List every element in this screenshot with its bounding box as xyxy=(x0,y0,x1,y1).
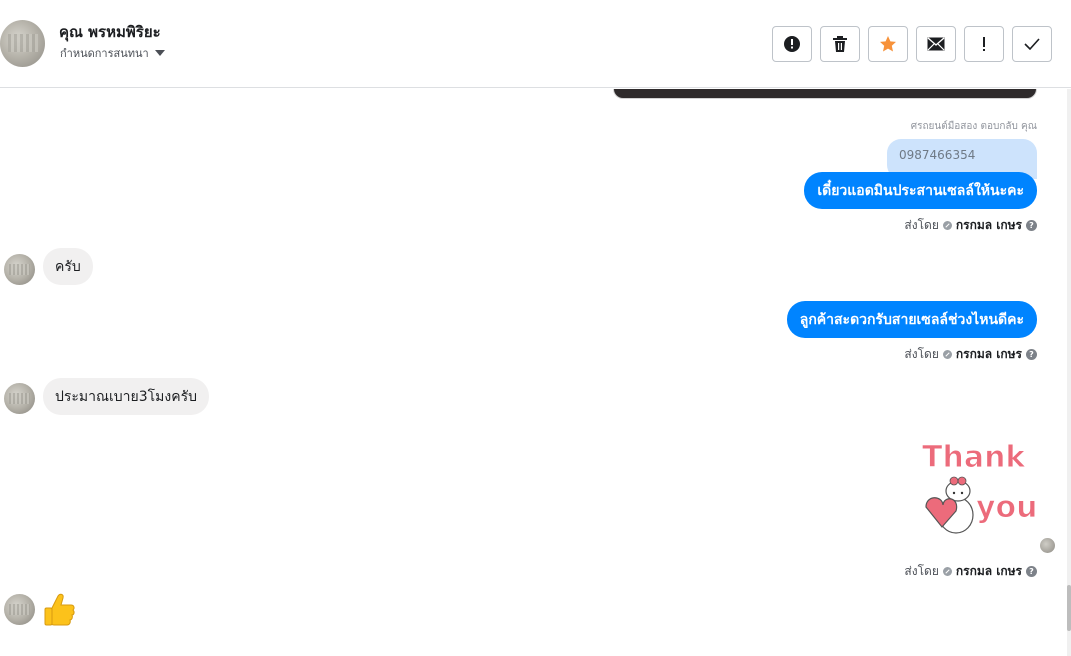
agent-name: กรกมล เกษร xyxy=(955,347,1022,361)
agent-status-icon xyxy=(942,350,952,359)
message-thread[interactable]: ศรถยนต์มือสอง ตอบกลับ คุณ 0987466354 เดี… xyxy=(0,89,1071,656)
envelope-icon xyxy=(927,37,945,51)
agent-name: กรกมล เกษร xyxy=(955,564,1022,578)
trash-icon xyxy=(833,36,847,52)
chat-scrollbar[interactable] xyxy=(1067,89,1071,656)
sent-by-label: ส่งโดย กรกมล เกษร ? xyxy=(904,562,1037,581)
spam-button[interactable] xyxy=(964,26,1004,62)
agent-status-icon xyxy=(942,567,952,576)
sender-avatar[interactable] xyxy=(4,254,35,285)
mark-done-button[interactable] xyxy=(1012,26,1052,62)
sent-by-text: ส่งโดย xyxy=(904,347,939,361)
delete-button[interactable] xyxy=(820,26,860,62)
report-button[interactable] xyxy=(772,26,812,62)
sender-avatar[interactable] xyxy=(4,594,35,625)
contact-avatar[interactable] xyxy=(0,20,45,67)
agent-name: กรกมล เกษร xyxy=(955,218,1022,232)
conversation-toolbar xyxy=(772,26,1052,62)
sent-by-text: ส่งโดย xyxy=(904,218,939,232)
sender-avatar[interactable] xyxy=(4,383,35,414)
outgoing-message[interactable]: ลูกค้าสะดวกรับสายเซลล์ช่วงไหนดีคะ xyxy=(786,301,1037,338)
sent-by-label: ส่งโดย กรกมล เกษร ? xyxy=(904,345,1037,364)
help-icon[interactable]: ? xyxy=(1026,566,1037,577)
thank-you-sticker[interactable]: Thank you xyxy=(916,437,1038,542)
mark-unread-button[interactable] xyxy=(916,26,956,62)
chevron-down-icon xyxy=(154,50,165,56)
sent-by-text: ส่งโดย xyxy=(904,564,939,578)
outgoing-message[interactable]: เดี๋ยวแอดมินประสานเซลล์ให้นะคะ xyxy=(804,172,1037,209)
sent-by-label: ส่งโดย กรกมล เกษร ? xyxy=(904,216,1037,235)
agent-status-icon xyxy=(942,221,952,230)
help-icon[interactable]: ? xyxy=(1026,349,1037,360)
sticker-text-you: you xyxy=(976,490,1038,525)
incoming-message[interactable]: ครับ xyxy=(43,248,93,285)
thumbs-up-icon[interactable] xyxy=(42,592,76,628)
star-button[interactable] xyxy=(868,26,908,62)
seen-avatar xyxy=(1040,538,1055,553)
conversation-header: คุณ พรหมพิริยะ กำหนดการสนทนา xyxy=(0,0,1071,88)
conversation-settings-dropdown[interactable]: กำหนดการสนทนา xyxy=(60,44,165,62)
incoming-message[interactable]: ประมาณเบาย3โมงครับ xyxy=(43,378,210,415)
sticker-text-thank: Thank xyxy=(922,440,1026,475)
alert-circle-icon xyxy=(784,36,800,52)
reply-caption: ศรถยนต์มือสอง ตอบกลับ คุณ xyxy=(910,121,1037,132)
conversation-settings-label: กำหนดการสนทนา xyxy=(60,47,149,60)
help-icon[interactable]: ? xyxy=(1026,220,1037,231)
chat-scroll-thumb[interactable] xyxy=(1067,585,1071,631)
previous-image-message[interactable] xyxy=(613,89,1037,99)
exclamation-icon xyxy=(983,37,985,51)
star-icon xyxy=(880,36,896,52)
checkmark-icon xyxy=(1024,38,1040,50)
contact-name[interactable]: คุณ พรหมพิริยะ xyxy=(59,20,161,44)
